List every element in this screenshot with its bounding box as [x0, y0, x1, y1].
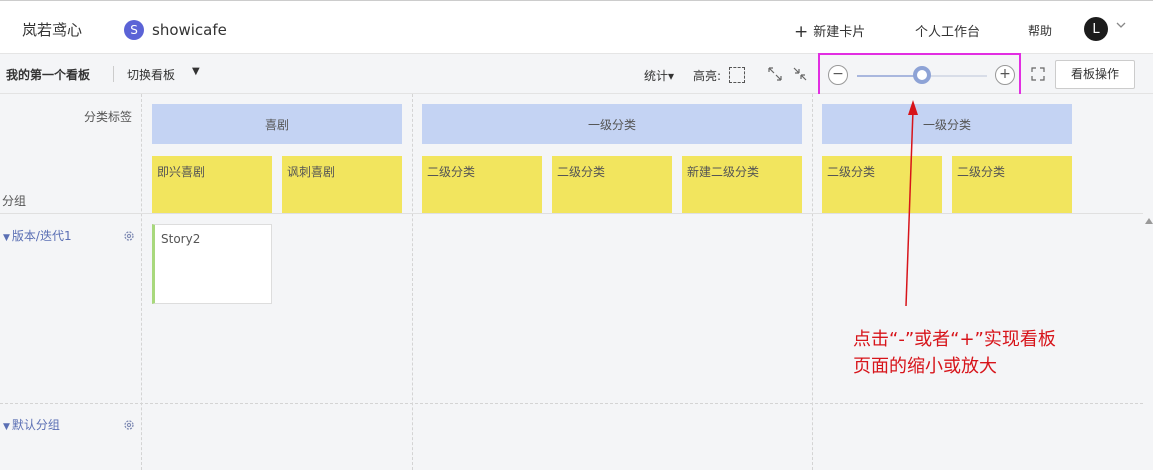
chevron-down-icon[interactable] [1115, 19, 1127, 34]
highlight-toggle[interactable] [729, 67, 745, 83]
workspace-link[interactable]: 个人工作台 [915, 21, 980, 40]
stats-dropdown[interactable]: 统计▾ [644, 67, 674, 84]
top-bar: 岚若鸢心 S showicafe + 新建卡片 个人工作台 帮助 L [0, 0, 1153, 54]
group-label: 分组 [2, 194, 27, 208]
card-title: Story2 [161, 232, 201, 246]
expand-icon[interactable] [767, 66, 783, 82]
level1-category[interactable]: 喜剧 [152, 104, 402, 144]
column-divider [812, 94, 813, 470]
collapse-icon[interactable] [792, 66, 808, 82]
toolbar-divider [113, 66, 114, 82]
level1-category[interactable]: 一级分类 [422, 104, 802, 144]
annotation-line: 点击“-”或者“+”实现看板 [853, 329, 1056, 350]
annotation-line: 页面的缩小或放大 [853, 356, 997, 377]
board-ops-button[interactable]: 看板操作 [1055, 60, 1135, 89]
caret-down-icon: ▼ [3, 233, 10, 243]
fullscreen-icon[interactable] [1030, 66, 1046, 82]
project-switcher[interactable]: S showicafe [124, 20, 227, 40]
row-divider [0, 403, 1143, 404]
scroll-up-icon[interactable] [1145, 218, 1153, 224]
swimlane-name: 默认分组 [11, 418, 60, 432]
project-icon: S [124, 20, 144, 40]
switch-board-button[interactable]: 切换看板 [127, 66, 175, 83]
category-label: 分类标签 [84, 110, 133, 124]
level2-category[interactable]: 二级分类 [952, 156, 1072, 213]
avatar[interactable]: L [1084, 17, 1108, 41]
help-link[interactable]: 帮助 [1028, 22, 1052, 39]
column-divider [141, 94, 142, 470]
kanban-board: 分类标签 分组 喜剧 一级分类 一级分类 即兴喜剧 讽刺喜剧 二级分类 二级分类… [0, 94, 1153, 470]
level2-category[interactable]: 即兴喜剧 [152, 156, 272, 213]
level2-category[interactable]: 二级分类 [422, 156, 542, 213]
annotation-text: 点击“-”或者“+”实现看板 页面的缩小或放大 [853, 326, 1143, 380]
brand-name[interactable]: 岚若鸢心 [22, 19, 82, 40]
level2-category[interactable]: 新建二级分类 [682, 156, 802, 213]
swimlane-name: 版本/迭代1 [11, 229, 72, 243]
gear-icon[interactable] [122, 417, 136, 431]
level2-category[interactable]: 讽刺喜剧 [282, 156, 402, 213]
board-name: 我的第一个看板 [6, 68, 91, 82]
level2-category[interactable]: 二级分类 [552, 156, 672, 213]
header-divider [0, 213, 1143, 214]
plus-icon: + [794, 22, 809, 42]
story-card[interactable]: Story2 [152, 224, 272, 304]
highlight-label: 高亮: [693, 69, 722, 83]
new-card-button[interactable]: + 新建卡片 [794, 21, 865, 42]
zoom-highlight-frame [818, 53, 1021, 97]
swimlane-toggle[interactable]: ▼ 默认分组 [3, 416, 60, 433]
switch-board-caret-icon[interactable]: ▼ [192, 66, 200, 77]
new-card-label: 新建卡片 [813, 25, 866, 40]
level1-category[interactable]: 一级分类 [822, 104, 1072, 144]
level2-category[interactable]: 二级分类 [822, 156, 942, 213]
swimlane-toggle[interactable]: ▼ 版本/迭代1 [3, 227, 72, 244]
gear-icon[interactable] [122, 228, 136, 242]
caret-down-icon: ▼ [3, 422, 10, 432]
project-name: showicafe [152, 21, 227, 39]
column-divider [412, 94, 413, 470]
